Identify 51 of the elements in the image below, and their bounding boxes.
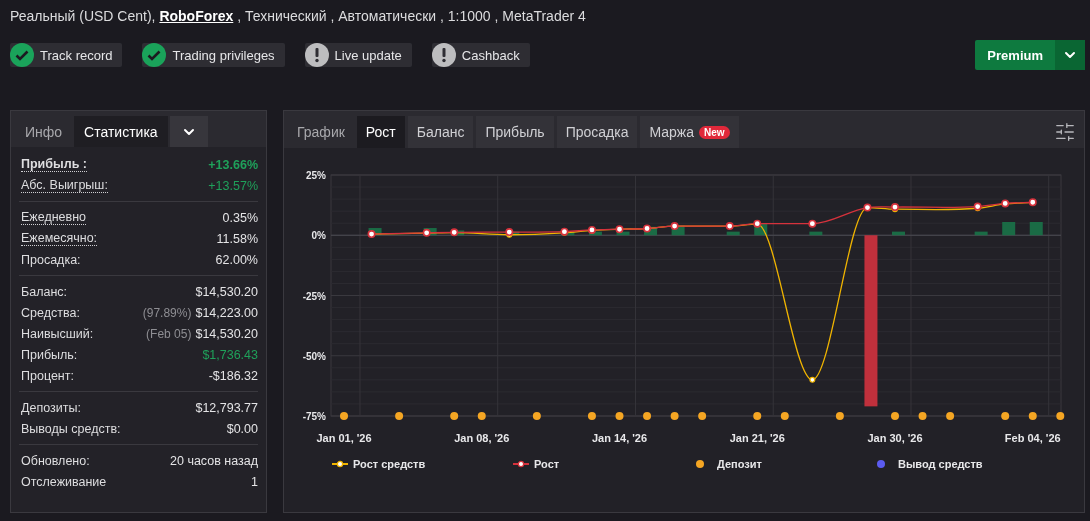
stat-value: +13.57%: [208, 178, 258, 193]
stat-label: Прибыль :: [21, 157, 87, 172]
stat-value: $12,793.77: [195, 400, 258, 415]
status-badge: Live update: [304, 43, 412, 67]
stat-label: Ежедневно: [21, 210, 87, 225]
axis-label: -75%: [302, 411, 326, 422]
stat-label: Баланс:: [21, 284, 68, 299]
stat-value: 0.35%: [222, 210, 258, 225]
stat-value: $1,736.43: [202, 347, 258, 362]
stat-value: 20 часов назад: [170, 453, 258, 468]
stat-value: 1: [251, 474, 258, 489]
status-badge: Trading privileges: [142, 43, 285, 67]
legend-label: Рост средств: [353, 458, 426, 470]
stat-note: (97.89%): [142, 305, 192, 320]
stat-label: Наивысший:: [21, 326, 94, 341]
axis-label: Jan 30, '26: [867, 432, 923, 444]
stat-label: Процент:: [21, 368, 74, 383]
account-summary: Реальный (USD Cent), RoboForex , Технический , Автоматически , 1:1000 , MetaTrader 4: [10, 7, 587, 26]
stat-value: $14,530.20: [195, 284, 258, 299]
legend-label: Рост: [534, 458, 560, 470]
stat-label: Прибыль:: [21, 347, 78, 362]
axis-label: 25%: [306, 170, 326, 181]
axis-label: Jan 14, '26: [591, 432, 648, 444]
stat-label: Средства:: [21, 305, 80, 320]
stat-label: Отслеживание: [21, 474, 107, 489]
stat-label: Просадка:: [21, 252, 81, 267]
stat-value: -$186.32: [208, 368, 258, 383]
stat-label: Депозиты:: [21, 400, 81, 415]
axis-label: 0%: [311, 230, 326, 242]
legend-label: Депозит: [717, 458, 762, 470]
status-badge: Track record: [10, 43, 123, 67]
axis-label: -50%: [302, 350, 326, 362]
stat-value: $14,223.00: [195, 305, 258, 320]
stat-value: 62.00%: [215, 252, 258, 267]
stat-value: $14,530.20: [195, 326, 258, 341]
stat-note: (Feb 05): [146, 326, 192, 341]
stat-label: Ежемесячно:: [21, 231, 98, 246]
status-badge: Cashback: [431, 43, 530, 67]
stat-label: Обновлено:: [21, 453, 90, 468]
axis-label: Jan 08, '26: [454, 432, 510, 444]
stat-value: 11.58%: [216, 231, 258, 246]
stat-label: Абс. Выигрыш:: [21, 178, 108, 193]
new-badge: New: [699, 125, 730, 139]
axis-label: -25%: [302, 290, 326, 302]
axis-label: Jan 21, '26: [729, 432, 785, 444]
stat-value: $0.00: [226, 421, 258, 436]
axis-label: Jan 01, '26: [316, 432, 372, 444]
axis-label: Feb 04, '26: [1004, 432, 1061, 444]
legend-label: Вывод средств: [898, 458, 983, 470]
stat-label: Выводы средств:: [21, 421, 121, 436]
stat-value: +13.66%: [208, 157, 258, 172]
